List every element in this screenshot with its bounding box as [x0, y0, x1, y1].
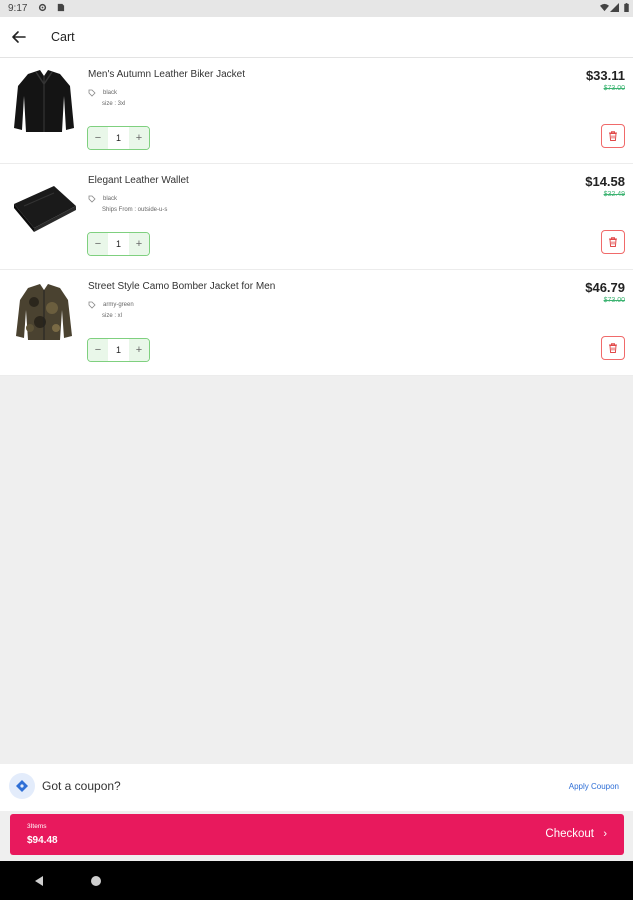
- increment-button[interactable]: +: [129, 127, 149, 149]
- coupon-diamond-icon: [16, 780, 28, 792]
- item-count: 3Items: [27, 823, 47, 830]
- checkout-label: Checkout: [545, 828, 594, 840]
- app-bar: Cart: [0, 17, 633, 58]
- product-color: army-green: [103, 302, 134, 308]
- product-size: size : 3xl: [102, 101, 126, 107]
- tag-icon: [88, 195, 96, 203]
- quantity-value: 1: [115, 133, 121, 143]
- status-time: 9:17: [8, 3, 28, 14]
- tag-icon: [88, 89, 96, 97]
- product-image-leather-wallet[interactable]: [10, 172, 78, 242]
- chevron-right-icon: ›: [603, 828, 607, 840]
- product-price: $14.58: [585, 174, 625, 189]
- page-title: Cart: [51, 30, 75, 44]
- status-bar: 9:17: [0, 0, 633, 17]
- product-color: black: [103, 90, 118, 96]
- quantity-stepper: − 1 +: [87, 126, 150, 150]
- arrow-left-icon[interactable]: [10, 28, 28, 46]
- nav-home-icon[interactable]: [91, 876, 101, 886]
- increment-button[interactable]: +: [129, 233, 149, 255]
- product-name[interactable]: Elegant Leather Wallet: [88, 175, 189, 186]
- trash-icon: [609, 237, 617, 247]
- delete-button[interactable]: [601, 124, 625, 148]
- product-price: $46.79: [585, 280, 625, 295]
- coupon-label: Got a coupon?: [42, 779, 121, 793]
- wifi-icon: [600, 3, 609, 12]
- trash-icon: [609, 131, 617, 141]
- product-image-camo-bomber-jacket[interactable]: [10, 278, 78, 348]
- decrement-button[interactable]: −: [88, 127, 108, 149]
- increment-button[interactable]: +: [129, 339, 149, 361]
- tag-icon: [88, 301, 96, 309]
- cart-item[interactable]: Men's Autumn Leather Biker Jacket black …: [0, 58, 633, 164]
- sd-card-icon: [57, 3, 65, 12]
- product-old-price: $73.00: [603, 297, 625, 304]
- nav-back-icon[interactable]: [33, 875, 45, 887]
- quantity-stepper: − 1 +: [87, 232, 150, 256]
- product-color: black: [103, 196, 118, 202]
- apply-coupon-link[interactable]: Apply Coupon: [569, 782, 619, 791]
- coupon-tag-icon: [9, 773, 35, 799]
- signal-icon: [610, 3, 619, 12]
- cart-item[interactable]: Elegant Leather Wallet black Ships From …: [0, 164, 633, 270]
- quantity-value: 1: [115, 345, 121, 355]
- product-size: size : xl: [102, 313, 123, 319]
- gear-icon: [38, 3, 47, 12]
- system-nav-bar: [0, 861, 633, 900]
- quantity-value: 1: [115, 239, 121, 249]
- product-price: $33.11: [585, 68, 625, 83]
- trash-icon: [609, 343, 617, 353]
- delete-button[interactable]: [601, 336, 625, 360]
- quantity-stepper: − 1 +: [87, 338, 150, 362]
- product-shipping: Ships From : outside-u-s: [102, 207, 168, 213]
- decrement-button[interactable]: −: [88, 233, 108, 255]
- cart-total: $94.48: [27, 835, 58, 846]
- cart-list: Men's Autumn Leather Biker Jacket black …: [0, 58, 633, 376]
- decrement-button[interactable]: −: [88, 339, 108, 361]
- cart-item[interactable]: Street Style Camo Bomber Jacket for Men …: [0, 270, 633, 376]
- battery-icon: [624, 3, 629, 12]
- product-name[interactable]: Street Style Camo Bomber Jacket for Men: [88, 281, 275, 292]
- delete-button[interactable]: [601, 230, 625, 254]
- product-name[interactable]: Men's Autumn Leather Biker Jacket: [88, 69, 245, 80]
- product-image-leather-jacket[interactable]: [10, 66, 78, 136]
- checkout-button[interactable]: 3Items $94.48 Checkout ›: [10, 814, 624, 855]
- coupon-row: Got a coupon? Apply Coupon: [0, 764, 633, 811]
- product-old-price: $73.00: [603, 85, 625, 92]
- product-old-price: $32.49: [603, 191, 625, 198]
